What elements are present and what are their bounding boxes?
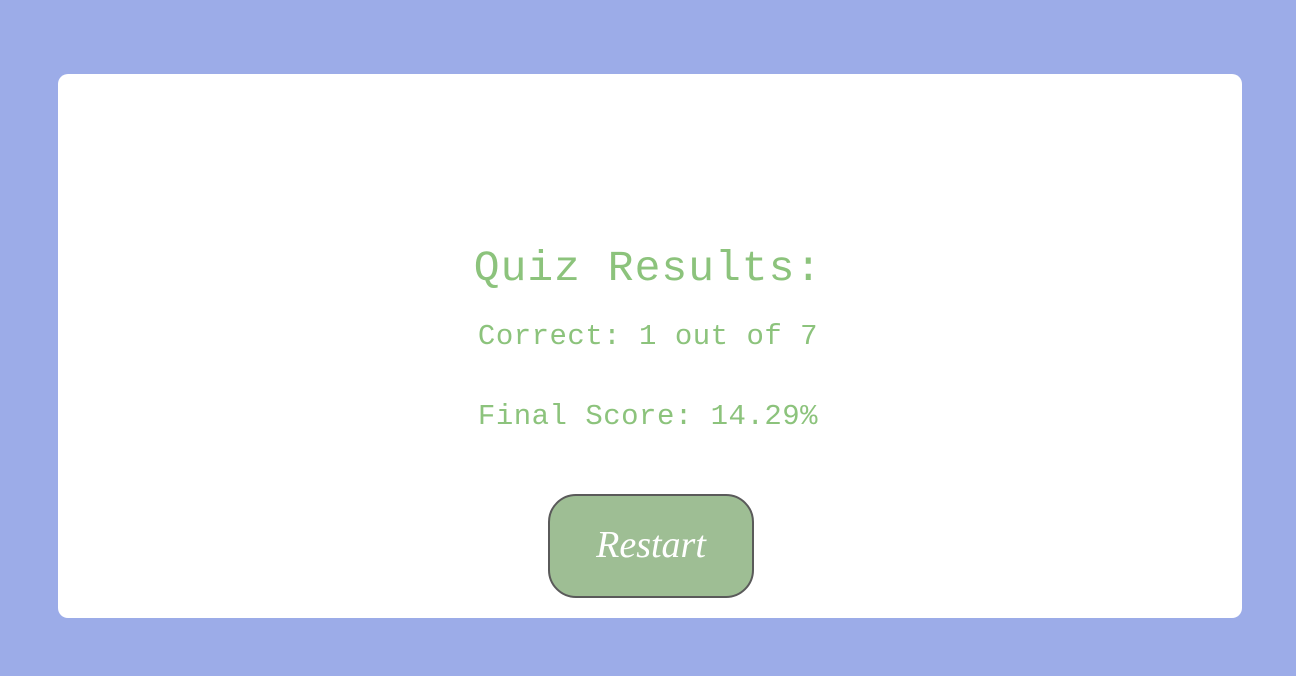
results-title: Quiz Results:: [473, 244, 823, 293]
correct-count: Correct: 1 out of 7: [477, 320, 819, 353]
restart-button[interactable]: Restart: [548, 494, 754, 598]
final-score: Final Score: 14.29%: [477, 400, 819, 433]
